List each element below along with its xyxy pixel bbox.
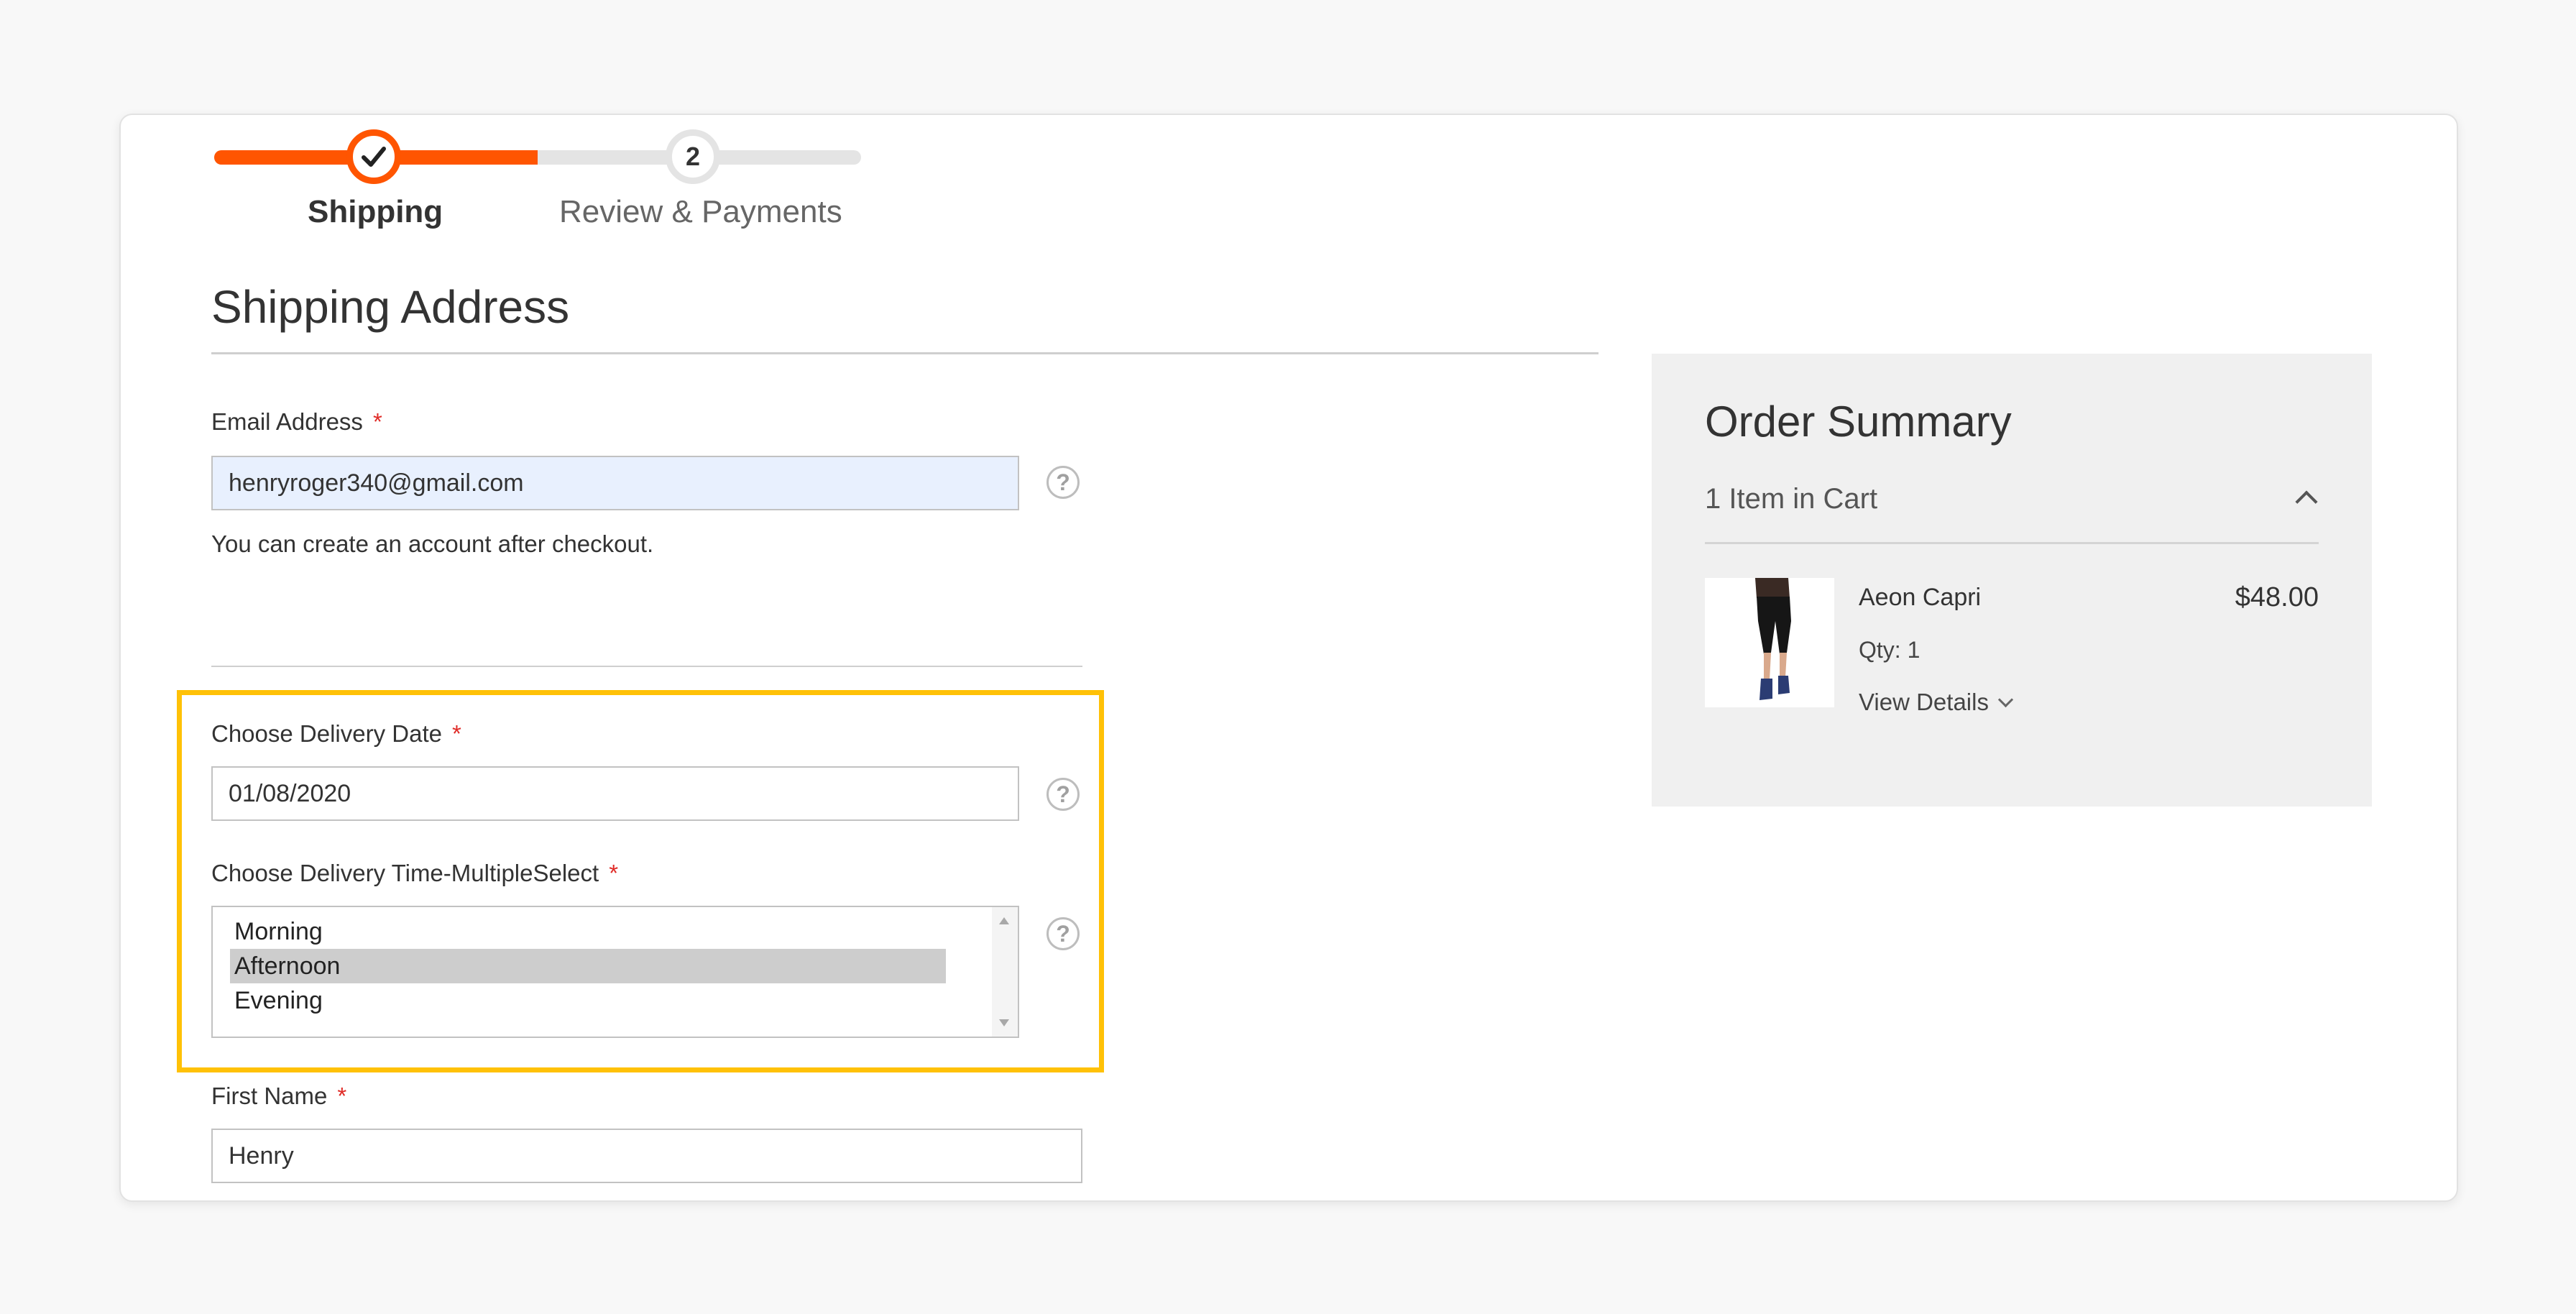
delivery-time-multiselect[interactable]: Morning Afternoon Evening [211, 906, 1019, 1038]
product-thumbnail[interactable] [1705, 578, 1834, 707]
summary-divider [1705, 542, 2319, 544]
chevron-down-icon [1997, 692, 2014, 707]
title-divider [211, 352, 1598, 354]
order-summary: Order Summary 1 Item in Cart Aeon Capri … [1652, 354, 2372, 807]
help-icon[interactable]: ? [1046, 466, 1080, 499]
scroll-up-arrow-icon[interactable] [999, 917, 1009, 924]
help-icon[interactable]: ? [1046, 778, 1080, 811]
scroll-down-arrow-icon[interactable] [999, 1019, 1009, 1026]
option-evening[interactable]: Evening [230, 983, 946, 1018]
first-name-field[interactable]: Henry [211, 1129, 1082, 1183]
view-details-toggle[interactable]: View Details [1859, 689, 2014, 716]
delivery-date-label: Choose Delivery Date * [211, 720, 461, 747]
product-price: $48.00 [2235, 582, 2319, 612]
required-mark: * [372, 408, 382, 435]
checkout-card: 2 Shipping Review & Payments Shipping Ad… [119, 114, 2458, 1202]
first-name-label: First Name * [211, 1083, 347, 1109]
capri-pants-image [1705, 578, 1834, 707]
product-qty: Qty: 1 [1859, 637, 1920, 663]
page-title: Shipping Address [211, 281, 570, 333]
section-divider [211, 666, 1082, 667]
email-field[interactable]: henryroger340@gmail.com [211, 456, 1019, 510]
option-afternoon[interactable]: Afternoon [230, 949, 946, 983]
order-summary-title: Order Summary [1705, 398, 2012, 446]
delivery-time-label: Choose Delivery Time-MultipleSelect * [211, 860, 619, 886]
step-number: 2 [685, 142, 701, 171]
option-morning[interactable]: Morning [230, 914, 946, 949]
required-mark: * [337, 1083, 347, 1109]
step-shipping-indicator[interactable] [346, 129, 401, 184]
chevron-up-icon[interactable] [2295, 490, 2318, 513]
email-label: Email Address * [211, 408, 382, 435]
checkmark-icon [362, 147, 386, 167]
email-note: You can create an account after checkout… [211, 530, 654, 557]
step-review-indicator[interactable]: 2 [666, 129, 720, 184]
required-mark: * [451, 720, 461, 747]
step-shipping-label[interactable]: Shipping [308, 194, 443, 230]
items-in-cart-toggle[interactable]: 1 Item in Cart [1705, 483, 1877, 515]
help-icon[interactable]: ? [1046, 917, 1080, 950]
product-name[interactable]: Aeon Capri [1859, 584, 1981, 612]
step-review-label[interactable]: Review & Payments [559, 194, 842, 230]
scrollbar[interactable] [992, 907, 1018, 1037]
delivery-date-field[interactable]: 01/08/2020 [211, 766, 1019, 821]
required-mark: * [609, 860, 619, 886]
